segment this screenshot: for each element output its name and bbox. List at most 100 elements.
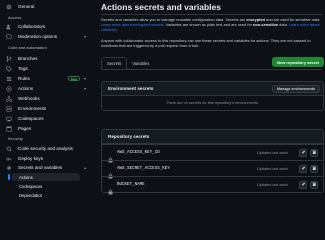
codescan-icon — [6, 146, 12, 152]
trash-icon — [312, 166, 316, 171]
sidebar-item-label: Deploy keys — [18, 156, 44, 161]
table-row: AWS_ACCESS_KEY_ID Updated last week — [102, 144, 323, 162]
delete-secret-button[interactable] — [310, 164, 318, 173]
table-row: AWS_SECRET_ACCESS_KEY Updated last week — [102, 160, 323, 178]
sidebar-item-label: Moderation options — [18, 34, 58, 39]
sidebar-subitem-actions[interactable]: Actions — [12, 173, 80, 181]
pencil-icon — [301, 166, 305, 170]
sidebar-item-moderation[interactable]: Moderation options ▾ — [6, 32, 88, 41]
sidebar-item-label: Webhooks — [18, 96, 40, 101]
edit-secret-button[interactable] — [299, 148, 307, 157]
lock-icon — [108, 150, 113, 162]
access-paragraph: Anyone with collaborator access to this … — [101, 38, 311, 49]
sidebar-item-environments[interactable]: Environments — [6, 104, 88, 113]
play-icon — [6, 85, 12, 92]
main-content: Actions secrets and variables Secrets an… — [101, 0, 325, 201]
sidebar-item-deploy-keys[interactable]: Deploy keys — [6, 154, 88, 163]
secrets-tabs: Secrets Variables — [101, 57, 154, 69]
secret-updated: Updated last week — [257, 166, 289, 171]
branch-icon — [6, 55, 12, 62]
sidebar-item-collaborators[interactable]: Collaborators — [6, 22, 88, 31]
sidebar-section-code: Code and automation — [8, 46, 47, 50]
sidebar-item-secrets-variables[interactable]: Secrets and variables ▴ — [6, 163, 88, 172]
sidebar-item-codespaces[interactable]: Codespaces — [6, 114, 88, 123]
active-indicator — [8, 174, 10, 180]
chevron-down-icon: ▾ — [83, 76, 86, 81]
sidebar-subitem-codespaces[interactable]: Codespaces — [19, 182, 87, 190]
delete-secret-button[interactable] — [310, 148, 318, 157]
intro-text: . — [116, 27, 118, 33]
page-title: Actions secrets and variables — [101, 2, 222, 12]
sidebar-item-pages[interactable]: Pages — [6, 124, 88, 133]
settings-sidebar: General Access Collaborators Moderation … — [0, 0, 90, 201]
sidebar-section-security: Security — [8, 137, 23, 141]
environment-secrets-title: Environment secrets — [108, 86, 154, 91]
sidebar-item-label: General — [18, 4, 35, 9]
chevron-down-icon: ▾ — [83, 86, 86, 91]
sidebar-item-label: Environments — [18, 106, 47, 111]
sidebar-section-access: Access — [8, 16, 22, 20]
title-divider — [101, 14, 322, 15]
sidebar-item-label: Branches — [18, 56, 38, 61]
tag-icon — [6, 65, 12, 72]
trash-icon — [312, 182, 316, 187]
tab-variables[interactable]: Variables — [127, 57, 154, 69]
people-icon — [6, 24, 12, 30]
delete-secret-button[interactable] — [310, 180, 318, 189]
sidebar-item-general[interactable]: General — [6, 2, 88, 11]
sidebar-item-label: Collaborators — [18, 24, 46, 29]
lock-icon — [108, 166, 113, 178]
edit-secret-button[interactable] — [299, 180, 307, 189]
trash-icon — [312, 150, 316, 155]
codespaces-icon — [6, 116, 12, 122]
environment-secrets-header: Environment secrets Manage environments — [102, 82, 323, 96]
secret-updated: Updated last week — [257, 150, 289, 155]
sidebar-item-label: Code security and analysis — [18, 146, 73, 151]
asterisk-icon — [6, 165, 12, 171]
intro-text: data. — [278, 22, 289, 28]
intro-text: . Variables are shown as plain text and … — [163, 22, 253, 28]
lock-icon — [108, 182, 113, 194]
gear-icon — [6, 4, 12, 10]
tabs-divider — [101, 69, 322, 70]
sidebar-item-code-security[interactable]: Code security and analysis — [6, 144, 88, 153]
pencil-icon — [301, 150, 305, 154]
manage-environments-button[interactable]: Manage environments — [272, 85, 320, 93]
repository-secrets-box: Repository secrets AWS_ACCESS_KEY_ID Upd… — [101, 129, 324, 194]
sidebar-item-label: Rules — [18, 76, 30, 81]
sidebar-item-tags[interactable]: Tags — [6, 64, 88, 73]
sidebar-item-webhooks[interactable]: Webhooks — [6, 94, 88, 103]
intro-paragraph: Secrets and variables allow you to manag… — [101, 17, 322, 33]
sidebar-item-label: Pages — [18, 126, 32, 131]
secret-name: BUCKET_NAME — [117, 182, 145, 187]
report-icon — [6, 33, 12, 40]
browser-icon — [6, 125, 12, 132]
table-row: BUCKET_NAME Updated last week — [102, 176, 323, 194]
environment-secrets-empty: There are no secrets for this repository… — [166, 101, 259, 105]
secret-updated: Updated last week — [257, 182, 289, 187]
rules-icon — [6, 76, 12, 82]
intro-bold-non-sensitive: non-sensitive — [252, 22, 279, 28]
key-icon — [6, 156, 12, 162]
pencil-icon — [301, 182, 305, 186]
repository-secrets-header: Repository secrets — [102, 130, 323, 144]
sidebar-item-rules[interactable]: Rules Beta ▾ — [6, 74, 88, 83]
sidebar-item-branches[interactable]: Branches — [6, 54, 88, 63]
sidebar-item-label: Secrets and variables — [18, 165, 63, 170]
chevron-down-icon: ▾ — [83, 34, 86, 39]
new-repository-secret-button[interactable]: New repository secret — [272, 57, 324, 67]
secret-name: AWS_SECRET_ACCESS_KEY — [117, 166, 170, 171]
repository-secrets-title: Repository secrets — [108, 134, 150, 139]
sidebar-item-label: Actions — [18, 86, 34, 91]
chevron-up-icon: ▴ — [83, 165, 86, 170]
beta-badge: Beta — [67, 76, 80, 81]
sidebar-subitem-dependabot[interactable]: Dependabot — [19, 191, 87, 199]
webhook-icon — [6, 95, 12, 102]
tab-secrets[interactable]: Secrets — [101, 57, 128, 69]
secret-name: AWS_ACCESS_KEY_ID — [117, 150, 160, 155]
sidebar-item-label: Codespaces — [18, 116, 44, 121]
edit-secret-button[interactable] — [299, 164, 307, 173]
environment-secrets-box: Environment secrets Manage environments … — [101, 81, 324, 111]
sidebar-item-actions[interactable]: Actions ▾ — [6, 84, 88, 93]
sidebar-item-label: Tags — [18, 66, 28, 71]
